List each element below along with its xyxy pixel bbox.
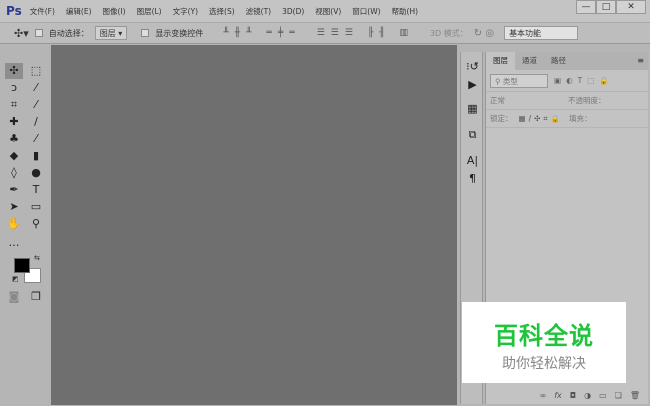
tab-paths[interactable]: 路径	[544, 52, 573, 70]
blur-tool-icon[interactable]: ◊	[5, 165, 23, 181]
move-tool-preset-icon[interactable]: ✣▾	[14, 27, 29, 40]
workspace-value: 基本功能	[509, 29, 542, 38]
path-select-icon[interactable]: ➤	[5, 199, 23, 215]
filter-icons[interactable]: ▣◐T⬚🔒	[554, 76, 614, 85]
opacity-label[interactable]: 不透明度：	[568, 95, 606, 106]
link-layers-icon[interactable]: ∞	[540, 391, 547, 400]
tab-channels[interactable]: 通道	[515, 52, 544, 70]
character-panel-icon[interactable]: A|	[461, 152, 484, 170]
brush-tool-icon[interactable]: /	[27, 114, 45, 130]
lock-row: 锁定： ▦/✣⌗🔒 填充：	[486, 110, 648, 128]
history-brush-icon[interactable]: ⁄	[27, 131, 45, 147]
eraser-tool-icon[interactable]: ◆	[5, 148, 23, 164]
delete-layer-icon[interactable]: 🗑	[630, 391, 640, 400]
panel-menu-icon[interactable]: ≡	[637, 52, 648, 70]
type-tool-icon[interactable]: T	[27, 182, 45, 198]
auto-select-checkbox[interactable]	[34, 29, 43, 37]
default-colors-icon[interactable]: ◩	[12, 275, 19, 283]
layer-filter-row: ⚲ 类型 ▣◐T⬚🔒	[486, 70, 648, 92]
lock-icons[interactable]: ▦/✣⌗🔒	[519, 114, 563, 124]
menu-file[interactable]: 文件(F)	[30, 6, 55, 17]
tools-panel: ✣ ⬚ ↄ ⁄ ⌗ ⁄ ✚ / ♣ ⁄ ◆ ▮ ◊ ● ✒ T ➤ ▭ ✋ ⚲ …	[3, 57, 49, 307]
gradient-tool-icon[interactable]: ▮	[27, 148, 45, 164]
3d-orbit-icon[interactable]: ↻ ◎	[474, 28, 494, 39]
show-transform-label: 显示变换控件	[155, 28, 204, 38]
photoshop-logo: Ps	[6, 4, 22, 18]
distribute-icons[interactable]: ☰☰☰ ╟╢ ▥	[317, 28, 414, 38]
filter-type-dropdown[interactable]: ⚲ 类型	[490, 73, 548, 88]
watermark-subtitle: 助你轻松解决	[502, 356, 586, 372]
close-button[interactable]: ✕	[616, 0, 646, 14]
pen-tool-icon[interactable]: ✒	[5, 182, 23, 198]
auto-select-label: 自动选择：	[48, 28, 89, 38]
magic-wand-icon[interactable]: ⁄	[27, 80, 45, 96]
align-icons[interactable]: ╨╫╨ ═╪═	[223, 28, 300, 38]
more-tools-icon[interactable]: …	[5, 235, 23, 251]
window-controls: — □ ✕	[576, 0, 646, 14]
menu-view[interactable]: 视图(V)	[315, 6, 341, 17]
menu-help[interactable]: 帮助(H)	[392, 6, 419, 17]
blend-row: 正常 不透明度：	[486, 92, 648, 110]
clone-source-icon[interactable]: ⧉	[461, 126, 484, 144]
layers-panel-footer: ∞ fx ◘ ◑ ▭ ❏ 🗑	[485, 386, 648, 404]
options-bar: ✣▾ 自动选择： 图层 ▾ 显示变换控件 ╨╫╨ ═╪═ ☰☰☰ ╟╢ ▥ 3D…	[0, 22, 650, 44]
blend-mode-dropdown[interactable]: 正常	[490, 95, 562, 106]
watermark-title: 百科全说	[494, 322, 594, 350]
healing-brush-icon[interactable]: ✚	[5, 114, 23, 130]
eyedropper-icon[interactable]: ⁄	[27, 97, 45, 113]
menu-layer[interactable]: 图层(L)	[137, 6, 162, 17]
filter-type-value: 类型	[502, 76, 518, 86]
marquee-tool-icon[interactable]: ⬚	[27, 63, 45, 79]
layer-style-icon[interactable]: fx	[554, 391, 562, 400]
zoom-tool-icon[interactable]: ⚲	[27, 216, 45, 232]
actions-panel-icon[interactable]: ▶	[461, 76, 484, 94]
new-group-icon[interactable]: ▭	[599, 391, 607, 400]
dodge-tool-icon[interactable]: ●	[27, 165, 45, 181]
show-transform-checkbox[interactable]	[141, 29, 150, 37]
swap-colors-icon[interactable]: ⇆	[34, 254, 40, 262]
menu-filter[interactable]: 滤镜(T)	[246, 6, 271, 17]
watermark: 百科全说 助你轻松解决	[462, 302, 626, 383]
foreground-color-swatch[interactable]	[14, 258, 30, 273]
stamp-tool-icon[interactable]: ♣	[5, 131, 23, 147]
title-bar: Ps 文件(F) 编辑(E) 图像(I) 图层(L) 文字(Y) 选择(S) 滤…	[0, 0, 650, 22]
move-tool-icon[interactable]: ✣	[5, 63, 23, 79]
canvas-area[interactable]	[51, 45, 457, 405]
adjustment-layer-icon[interactable]: ◑	[584, 391, 591, 400]
tab-layers[interactable]: 图层	[486, 52, 515, 70]
swatches-panel-icon[interactable]: ▦	[461, 100, 484, 118]
history-panel-icon[interactable]: ⁝↺	[461, 58, 484, 76]
rectangle-tool-icon[interactable]: ▭	[27, 199, 45, 215]
minimize-button[interactable]: —	[576, 0, 596, 14]
screen-mode-icon[interactable]: ❐	[27, 289, 45, 305]
menu-3d[interactable]: 3D(D)	[282, 7, 304, 16]
menu-window[interactable]: 窗口(W)	[352, 6, 380, 17]
add-mask-icon[interactable]: ◘	[570, 391, 576, 400]
paragraph-panel-icon[interactable]: ¶	[461, 170, 484, 188]
panel-tabs: 图层 通道 路径 ≡	[486, 52, 648, 70]
fill-label[interactable]: 填充：	[569, 113, 592, 124]
lasso-tool-icon[interactable]: ↄ	[5, 80, 23, 96]
menu-select[interactable]: 选择(S)	[209, 6, 235, 17]
maximize-button[interactable]: □	[596, 0, 616, 14]
quick-mask-icon[interactable]: ◙	[5, 289, 23, 305]
menu-type[interactable]: 文字(Y)	[173, 6, 198, 17]
lock-label: 锁定：	[490, 114, 513, 123]
3d-mode-label: 3D 模式：	[429, 28, 468, 38]
hand-tool-icon[interactable]: ✋	[5, 216, 23, 232]
menu-image[interactable]: 图像(I)	[103, 6, 126, 17]
new-layer-icon[interactable]: ❏	[615, 391, 622, 400]
menu-edit[interactable]: 编辑(E)	[66, 6, 92, 17]
auto-select-value: 图层	[99, 29, 116, 38]
crop-tool-icon[interactable]: ⌗	[5, 97, 23, 113]
auto-select-dropdown[interactable]: 图层 ▾	[94, 26, 128, 40]
workspace-dropdown[interactable]: 基本功能	[504, 26, 579, 40]
